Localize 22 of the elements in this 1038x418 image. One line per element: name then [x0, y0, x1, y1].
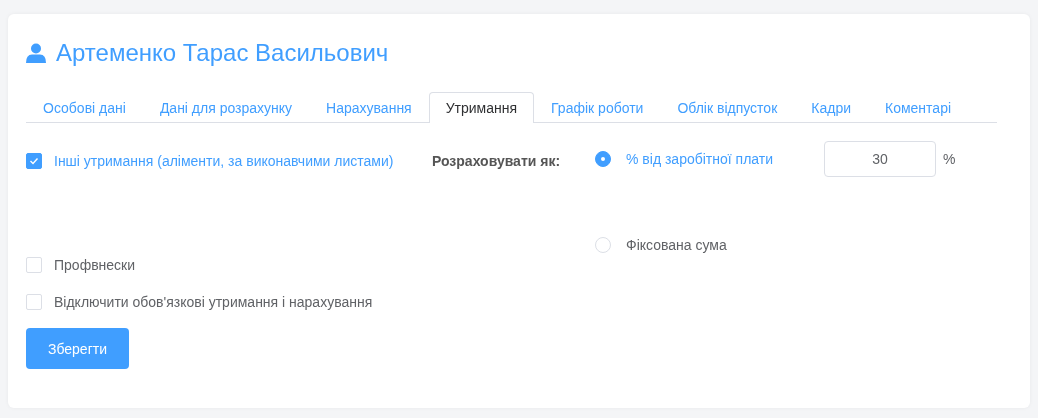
tab[interactable]: Коментарі [868, 92, 969, 123]
tab[interactable]: Дані для розрахунку [142, 92, 310, 123]
radio-button[interactable] [595, 151, 611, 167]
tab[interactable]: Нарахування [309, 92, 429, 123]
unit-label: % [943, 151, 956, 167]
tab[interactable]: Облік відпусток [660, 92, 795, 123]
field-label: Розраховувати як: [432, 152, 562, 171]
check-icon [29, 156, 39, 166]
tab[interactable]: Особові дані [26, 92, 143, 123]
tab[interactable]: Графік роботи [534, 92, 661, 123]
checkbox[interactable] [26, 153, 42, 169]
user-icon [26, 43, 46, 63]
input-field[interactable]: 30 [824, 141, 936, 177]
checkbox-label: Відключити обов'язкові утримання і нарахування [54, 294, 373, 310]
radio-label: Фіксована сума [626, 237, 728, 253]
tab[interactable]: Кадри [794, 92, 868, 123]
checkbox-label: Інші утримання (аліменти, за виконавчими листами) [54, 153, 394, 169]
tab[interactable]: Утримання [428, 92, 535, 123]
page-title: Артеменко Тарас Васильович [56, 39, 389, 67]
checkbox-label: Профвнески [54, 257, 136, 273]
save-button[interactable]: Зберегти [26, 328, 129, 369]
radio-label: % від заробітної плати [626, 151, 775, 167]
